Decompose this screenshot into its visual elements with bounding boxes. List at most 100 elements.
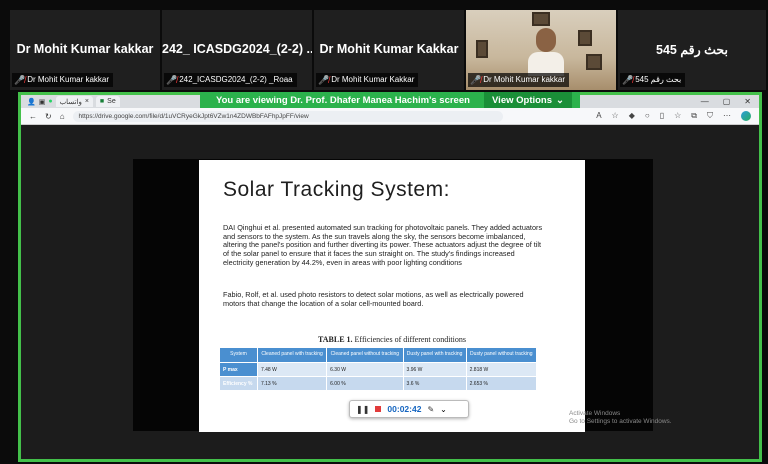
home-icon[interactable]: ⌂: [60, 112, 65, 121]
table-cell: P max: [219, 362, 258, 377]
table-cell: 2.653 %: [465, 376, 538, 391]
view-options-label: View Options: [492, 94, 553, 106]
table-caption-label: TABLE 1.: [318, 335, 353, 344]
slide-paragraph: DAI Qinghui et al. presented automated s…: [223, 223, 543, 267]
refresh-icon[interactable]: ↻: [45, 112, 52, 121]
table-caption-text: Efficiencies of different conditions: [352, 335, 466, 344]
shield-icon[interactable]: ⛉: [707, 111, 713, 121]
participant-name: Dr Mohit Kumar Kakkar: [319, 42, 459, 56]
table-cell: 6.30 W: [326, 362, 404, 377]
participant-tag-label: Dr Mohit Kumar kakkar: [27, 75, 110, 84]
participant-tile[interactable]: Dr Mohit Kumar Kakkar 🎤̸ Dr Mohit Kumar K…: [314, 10, 464, 90]
table-cell: Efficiency %: [219, 376, 258, 391]
table-header-cell: Cleaned panel without tracking: [326, 347, 404, 363]
share-banner-text: You are viewing Dr. Prof. Dhafer Manea H…: [216, 94, 470, 106]
shared-screen: 👤 ▣ ● واتساب × ■ Se — ▢ ✕ ← ↻ ⌂ https://dr…: [18, 92, 762, 462]
chevron-down-icon: ⌄: [556, 94, 564, 106]
participant-name: Dr Mohit Kumar kakkar: [16, 42, 154, 56]
table-header-cell: Cleaned panel with tracking: [256, 347, 328, 363]
more-icon[interactable]: ⋯: [723, 111, 731, 121]
participant-tag: 🎤̸ Dr Mohit Kumar kakkar: [12, 73, 114, 87]
wall-frame: [476, 40, 488, 58]
minimize-icon[interactable]: —: [701, 97, 709, 106]
participant-tag: 🎤̸ بحث رقم 545: [620, 73, 686, 87]
close-icon[interactable]: ×: [85, 98, 89, 105]
table-cell: 6.00 %: [326, 376, 404, 391]
table-row: P max 7.48 W 6.30 W 3.96 W 2.818 W: [219, 362, 538, 377]
participant-tag: 🎤̸ 242_ICASDG2024_(2-2) _Roaa: [164, 73, 297, 87]
table-row: Efficiency % 7.13 % 6.00 % 3.6 % 2.653 %: [219, 376, 538, 391]
pen-icon[interactable]: ✎: [427, 405, 434, 414]
muted-mic-icon: 🎤̸: [470, 75, 482, 85]
participant-name: بحث رقم 545: [656, 43, 728, 57]
participant-tile[interactable]: 242_ ICASDG2024_(2-2) ... 🎤̸ 242_ICASDG20…: [162, 10, 312, 90]
view-options-button[interactable]: View Options ⌄: [484, 92, 572, 108]
drive-file-viewer: Solar Tracking System: DAI Qinghui et al…: [21, 125, 759, 459]
recording-controls: ❚❚ 00:02:42 ✎ ⌄: [349, 400, 469, 418]
tab-actions-icon[interactable]: ▣: [39, 98, 46, 106]
collections-icon[interactable]: ⧉: [691, 111, 697, 121]
read-aloud-icon[interactable]: A: [596, 111, 601, 121]
participant-tag: 🎤̸ Dr Mohit Kumar Kakkar: [316, 73, 419, 87]
muted-mic-icon: 🎤̸: [318, 75, 330, 85]
tab-label: واتساب: [59, 98, 82, 106]
chevron-down-icon[interactable]: ⌄: [440, 405, 447, 414]
participant-tag-label: 242_ICASDG2024_(2-2) _Roaa: [179, 75, 293, 84]
wall-frame: [532, 12, 550, 26]
participant-name: 242_ ICASDG2024_(2-2) ...: [162, 42, 312, 56]
copilot-icon[interactable]: [741, 111, 751, 121]
presentation-slide: Solar Tracking System: DAI Qinghui et al…: [199, 160, 585, 432]
participant-tile[interactable]: Dr Mohit Kumar kakkar 🎤̸ Dr Mohit Kumar k…: [10, 10, 160, 90]
address-bar-row: ← ↻ ⌂ https://drive.google.com/file/d/1u…: [21, 108, 759, 125]
browser-toolbar: A ☆ ◆ ○ ▯ ☆ ⧉ ⛉ ⋯: [596, 111, 759, 121]
split-screen-icon[interactable]: ▯: [660, 111, 664, 121]
participant-strip: Dr Mohit Kumar kakkar 🎤̸ Dr Mohit Kumar k…: [0, 0, 768, 92]
stop-icon[interactable]: [375, 406, 382, 412]
wall-frame: [578, 30, 592, 46]
table-caption: TABLE 1. Efficiencies of different condi…: [199, 335, 585, 344]
muted-mic-icon: 🎤̸: [14, 75, 26, 85]
participant-tag: 🎤̸ Dr Mohit Kumar kakkar: [468, 73, 570, 87]
slide-title: Solar Tracking System:: [223, 178, 450, 201]
table-header-cell: Dusty panel without tracking: [465, 347, 538, 363]
table-cell: 2.818 W: [465, 362, 538, 377]
favorites-icon[interactable]: ☆: [674, 111, 681, 121]
table-header-cell: Dusty panel with tracking: [402, 347, 467, 363]
muted-mic-icon: 🎤̸: [622, 75, 634, 85]
profile-icon[interactable]: 👤: [27, 98, 36, 106]
recording-timer: 00:02:42: [387, 404, 422, 414]
url-input[interactable]: https://drive.google.com/file/d/1uVCRyeG…: [72, 110, 503, 122]
wall-frame: [586, 54, 602, 70]
table-cell: 3.96 W: [402, 362, 467, 377]
pause-icon[interactable]: ❚❚: [356, 405, 369, 414]
maximize-icon[interactable]: ▢: [723, 97, 731, 106]
drive-icon: ■: [99, 98, 105, 105]
table-header-cell: System: [219, 347, 258, 363]
participant-tag-label: Dr Mohit Kumar Kakkar: [331, 75, 415, 84]
close-window-icon[interactable]: ✕: [744, 97, 751, 106]
participant-video: [528, 28, 564, 76]
refresh-extension-icon[interactable]: ○: [645, 111, 650, 121]
favorite-star-icon[interactable]: ☆: [612, 111, 619, 121]
table-cell: 7.13 %: [256, 376, 328, 391]
participant-tile[interactable]: بحث رقم 545 🎤̸ بحث رقم 545: [618, 10, 766, 90]
window-controls: — ▢ ✕: [701, 97, 759, 106]
watermark-line: Activate Windows: [569, 410, 621, 417]
table-cell: 7.48 W: [256, 362, 328, 377]
back-icon[interactable]: ←: [29, 112, 37, 121]
slide-paragraph: Fabio, Rolf, et al. used photo resistors…: [223, 290, 524, 308]
participant-tag-label: بحث رقم 545: [635, 75, 682, 84]
table-header-row: System Cleaned panel with tracking Clean…: [219, 347, 538, 363]
activate-windows-watermark: Activate Windows Go to Settings to activ…: [569, 410, 672, 426]
whatsapp-icon: ●: [48, 98, 53, 105]
screen-share-banner: You are viewing Dr. Prof. Dhafer Manea H…: [200, 92, 580, 108]
muted-mic-icon: 🎤̸: [166, 75, 178, 85]
participant-tag-label: Dr Mohit Kumar kakkar: [483, 75, 566, 84]
table-cell: 3.6 %: [402, 376, 467, 391]
extension-icon[interactable]: ◆: [629, 111, 635, 121]
efficiency-table: System Cleaned panel with tracking Clean…: [219, 347, 538, 391]
tab-drive[interactable]: ■ Se: [95, 96, 120, 107]
tab-whatsapp[interactable]: واتساب ×: [55, 96, 93, 107]
tab-label: Se: [107, 98, 116, 105]
participant-video-tile[interactable]: 🎤̸ Dr Mohit Kumar kakkar: [466, 10, 616, 90]
